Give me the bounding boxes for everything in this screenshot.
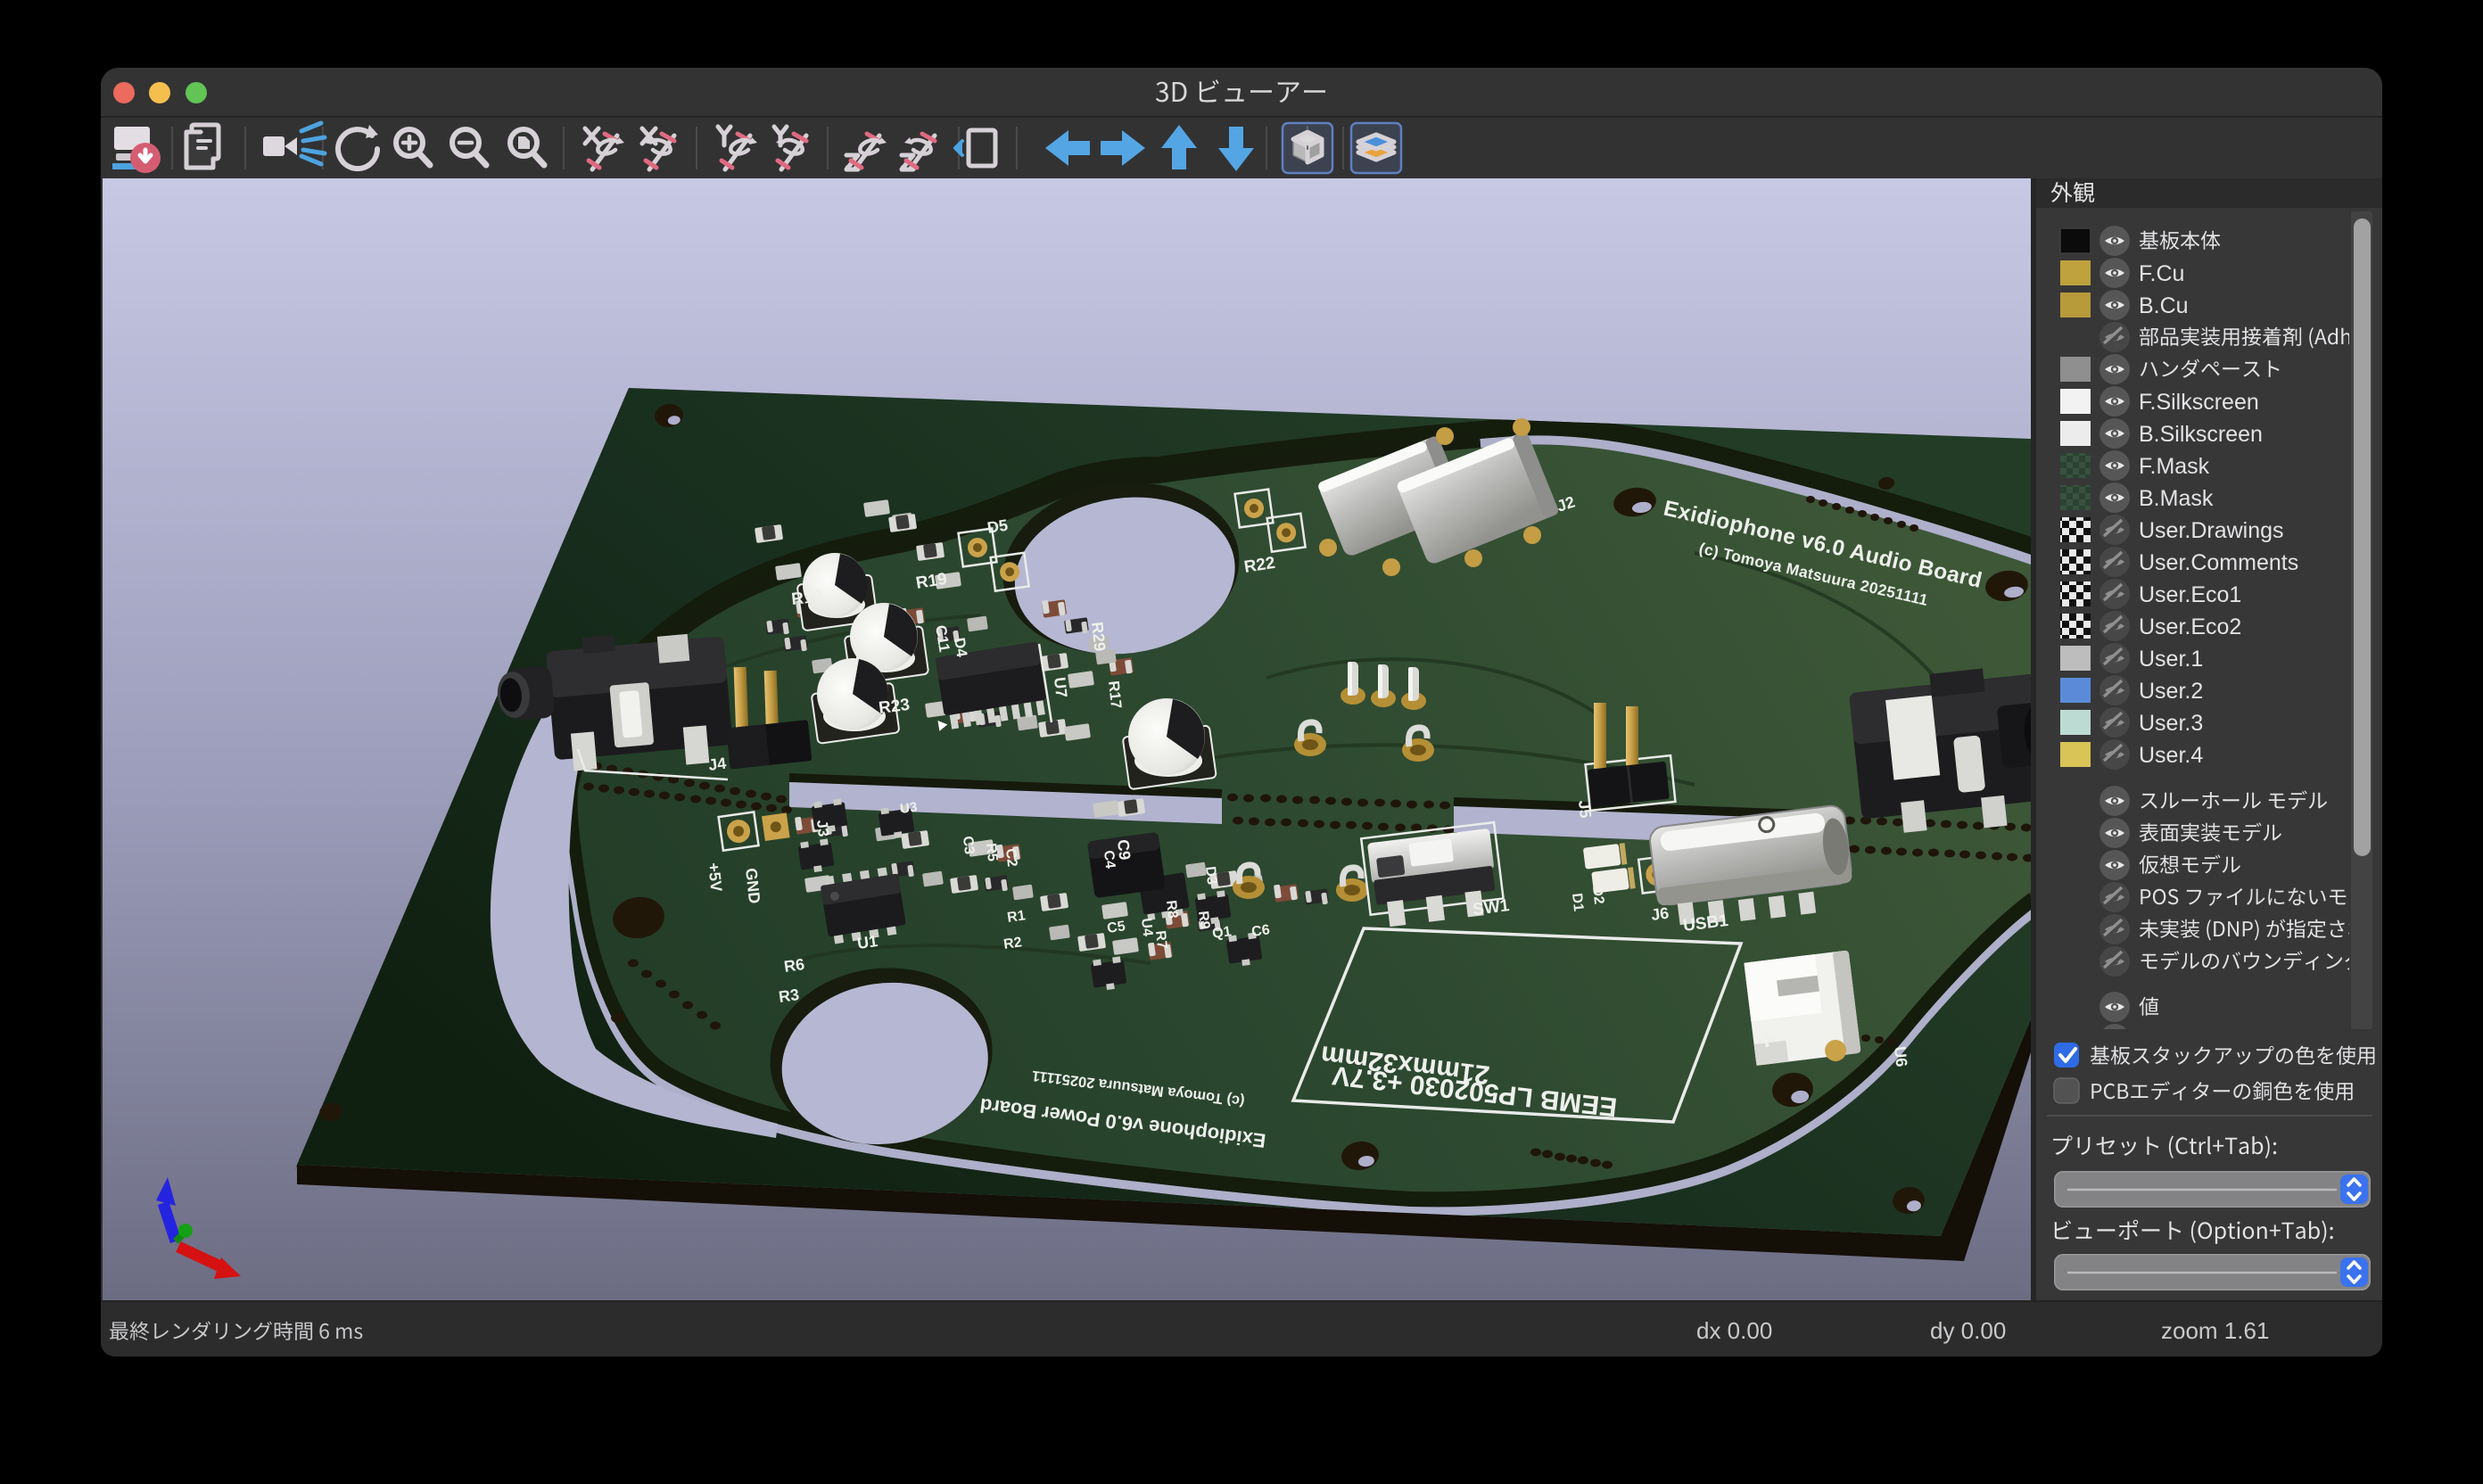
svg-text:D5: D5 — [986, 516, 1009, 537]
svg-text:R5: R5 — [983, 843, 1000, 862]
svg-text:U3: U3 — [899, 799, 918, 817]
svg-text:B.Cu: B.Cu — [2139, 293, 2189, 318]
svg-text:C3: C3 — [960, 836, 977, 855]
svg-text:D2: D2 — [1589, 886, 1606, 905]
svg-text:U4: U4 — [1138, 918, 1155, 937]
svg-text:R1: R1 — [1006, 908, 1027, 926]
svg-text:F.Cu: F.Cu — [2139, 261, 2184, 286]
svg-text:User.3: User.3 — [2139, 711, 2203, 736]
svg-text:J3: J3 — [813, 819, 832, 837]
svg-text:R8: R8 — [1163, 900, 1180, 919]
svg-text:U6: U6 — [1891, 1045, 1910, 1068]
svg-text:C6: C6 — [1250, 922, 1271, 940]
svg-text:C5: C5 — [1106, 919, 1126, 936]
svg-text:User.2: User.2 — [2139, 679, 2203, 704]
svg-text:U1: U1 — [856, 932, 879, 952]
svg-text:User.Comments: User.Comments — [2139, 550, 2298, 575]
svg-text:J6: J6 — [1650, 904, 1670, 924]
svg-text:B.Silkscreen: B.Silkscreen — [2139, 422, 2263, 447]
svg-text:R23: R23 — [878, 696, 911, 718]
svg-text:C2: C2 — [1002, 848, 1019, 868]
svg-text:R29: R29 — [1088, 621, 1109, 652]
svg-text:D4: D4 — [951, 637, 970, 659]
svg-text:F.Mask: F.Mask — [2139, 454, 2210, 479]
svg-text:B.Mask: B.Mask — [2139, 486, 2214, 511]
svg-text:R10: R10 — [790, 587, 823, 609]
svg-text:F.Silkscreen: F.Silkscreen — [2139, 390, 2259, 415]
svg-text:C4: C4 — [1101, 850, 1118, 870]
svg-text:J5: J5 — [1575, 799, 1595, 819]
svg-text:R9: R9 — [1195, 911, 1212, 930]
svg-text:R17: R17 — [1105, 680, 1125, 709]
svg-text:U7: U7 — [1051, 676, 1070, 698]
svg-text:R7: R7 — [1152, 930, 1169, 950]
svg-text:R2: R2 — [1002, 935, 1023, 952]
svg-text:D1: D1 — [1569, 893, 1586, 912]
svg-text:R3: R3 — [778, 985, 801, 1006]
svg-text:User.4: User.4 — [2139, 743, 2203, 768]
svg-text:User.Eco2: User.Eco2 — [2139, 614, 2241, 639]
svg-text:User.1: User.1 — [2139, 647, 2203, 672]
svg-text:Q1: Q1 — [1211, 924, 1233, 942]
svg-text:User.Eco1: User.Eco1 — [2139, 582, 2241, 607]
svg-text:+5V: +5V — [705, 862, 725, 892]
svg-text:J4: J4 — [707, 754, 727, 774]
svg-text:User.Drawings: User.Drawings — [2139, 518, 2284, 543]
svg-text:D3: D3 — [1202, 866, 1219, 886]
svg-text:R6: R6 — [783, 955, 806, 976]
svg-text:GND: GND — [742, 867, 763, 904]
